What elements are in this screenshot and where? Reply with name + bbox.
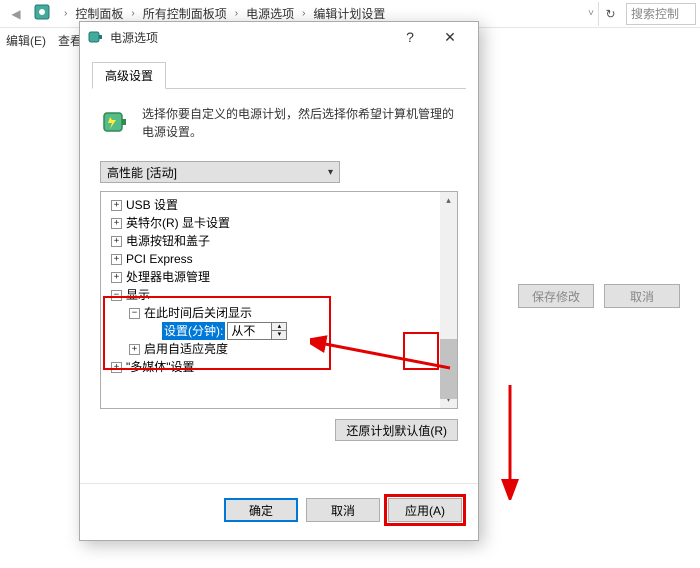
chevron-right-icon: › [233,8,240,19]
setting-label: 设置(分钟): [162,322,225,340]
cancel-side-button[interactable]: 取消 [604,284,680,308]
tree-item[interactable]: + "多媒体"设置 [103,358,455,376]
expand-icon[interactable]: + [111,272,122,283]
tree-label: "多媒体"设置 [126,358,195,376]
tree-item[interactable]: + 处理器电源管理 [103,268,455,286]
tab-advanced[interactable]: 高级设置 [92,62,166,89]
tree-item[interactable]: + 英特尔(R) 显卡设置 [103,214,455,232]
tree-label: 显示 [126,286,150,304]
restore-defaults-button[interactable]: 还原计划默认值(R) [335,419,458,441]
scroll-thumb[interactable] [440,339,457,399]
expand-icon[interactable]: + [111,236,122,247]
breadcrumb-item[interactable]: 编辑计划设置 [311,5,387,22]
scroll-up-button[interactable]: ▴ [440,192,457,209]
annotation-arrow [495,380,535,500]
breadcrumb-item[interactable]: 控制面板 [73,5,125,22]
search-placeholder: 搜索控制 [631,5,679,22]
tree-item[interactable]: + 电源按钮和盖子 [103,232,455,250]
save-changes-button[interactable]: 保存修改 [518,284,594,308]
power-plan-select[interactable]: 高性能 [活动] ▾ [100,161,340,183]
help-button[interactable]: ? [390,29,430,45]
ok-button[interactable]: 确定 [224,498,298,522]
chevron-down-icon[interactable]: ˅ [584,8,598,19]
chevron-right-icon: › [62,8,69,19]
search-input[interactable]: 搜索控制 [626,3,696,25]
setting-value-text: 从不 [227,322,271,340]
expand-icon[interactable]: + [129,344,140,355]
close-button[interactable]: ✕ [430,29,470,46]
expand-icon[interactable]: + [111,362,122,373]
battery-icon [100,105,132,137]
collapse-icon[interactable]: − [129,308,140,319]
scrollbar-vertical[interactable]: ▴ ▾ [440,192,457,408]
nav-back-button[interactable]: ◀ [4,2,28,26]
dialog-title: 电源选项 [110,29,390,46]
tree-label: PCI Express [126,250,193,268]
breadcrumb-item[interactable]: 电源选项 [244,5,296,22]
tree-label: 启用自适应亮度 [144,340,228,358]
tree-label: 处理器电源管理 [126,268,210,286]
power-options-dialog: 电源选项 ? ✕ 高级设置 选择你要自定义的电源计划，然后选择你希望计算机管理的… [79,21,479,541]
menu-edit[interactable]: 编辑(E) [6,32,46,49]
tree-label: 在此时间后关闭显示 [144,304,252,322]
power-icon [88,29,104,45]
spin-down-button[interactable]: ▾ [272,331,286,339]
setting-value-spinner[interactable]: 从不▴▾ [227,322,287,340]
expand-icon[interactable]: + [111,218,122,229]
tree-label: USB 设置 [126,196,178,214]
chevron-right-icon: › [300,8,307,19]
chevron-right-icon: › [129,8,136,19]
refresh-button[interactable]: ↻ [598,2,622,26]
tree-label: 电源按钮和盖子 [126,232,210,250]
apply-button[interactable]: 应用(A) [388,498,462,522]
tree-item[interactable]: + USB 设置 [103,196,455,214]
dialog-description: 选择你要自定义的电源计划，然后选择你希望计算机管理的电源设置。 [142,105,458,141]
plan-label: 高性能 [活动] [107,164,177,181]
breadcrumb-item[interactable]: 所有控制面板项 [141,5,229,22]
control-panel-icon [32,4,58,23]
tree-item[interactable]: −显示 [103,286,455,304]
expand-icon[interactable]: + [111,254,122,265]
tree-setting-row[interactable]: 设置(分钟):从不▴▾ [103,322,455,340]
expand-icon[interactable]: + [111,200,122,211]
cancel-button[interactable]: 取消 [306,498,380,522]
tree-label: 英特尔(R) 显卡设置 [126,214,230,232]
settings-tree: +USB 设置+英特尔(R) 显卡设置+电源按钮和盖子+PCI Express+… [100,191,458,409]
tree-item[interactable]: + PCI Express [103,250,455,268]
collapse-icon[interactable]: − [111,290,122,301]
chevron-down-icon: ▾ [328,167,333,178]
